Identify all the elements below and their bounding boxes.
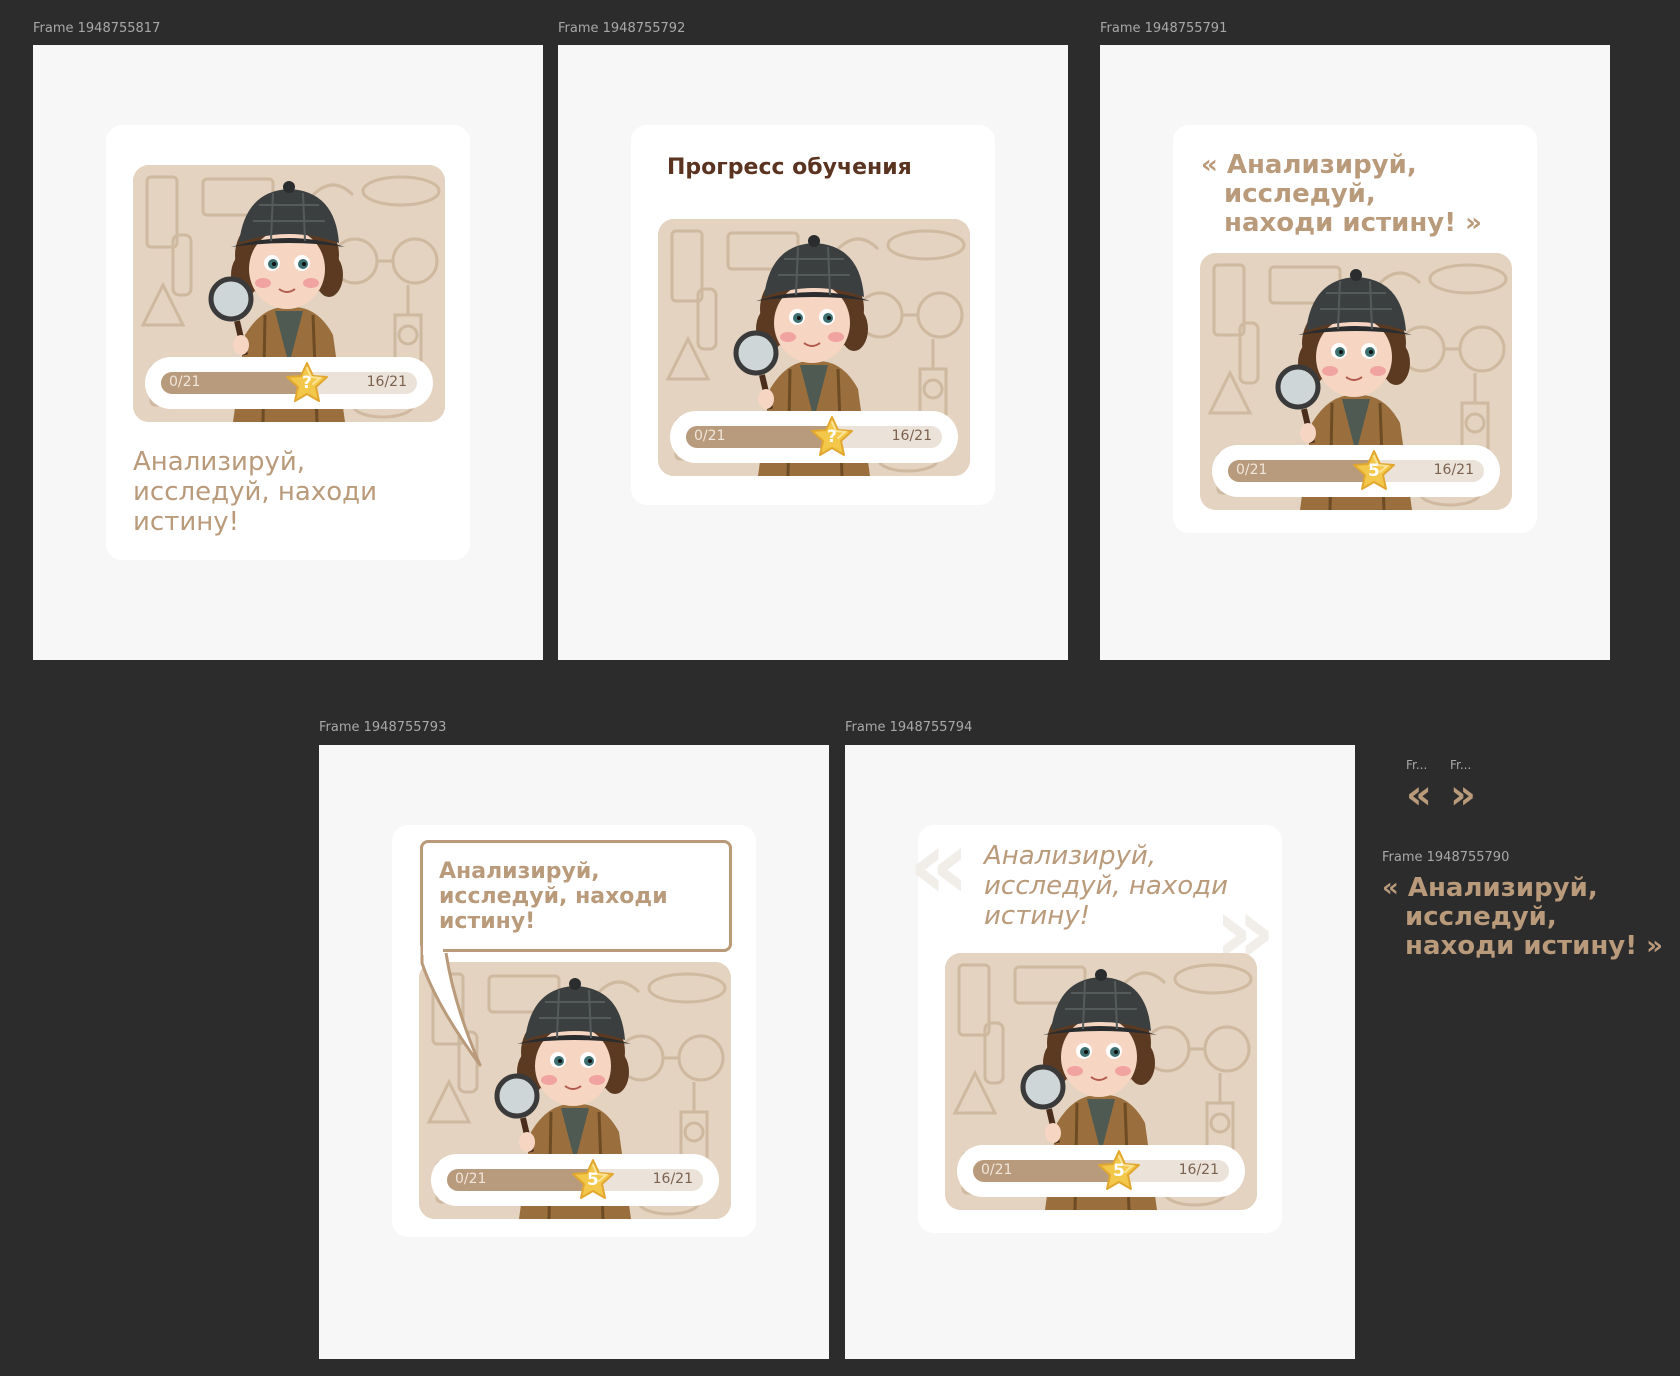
star-badge: ? bbox=[810, 415, 854, 459]
mini-frame-label: Fr... bbox=[1406, 758, 1428, 772]
progress-title: Прогресс обучения bbox=[667, 155, 912, 180]
quote-line: « Анализируй, bbox=[1201, 150, 1417, 180]
frame-card-plain[interactable]: 0/21 16/21 ? Анализируй, исследуй, наход… bbox=[33, 45, 543, 660]
progress-track: 0/21 16/21 ? bbox=[161, 372, 417, 394]
frame-label: Frame 1948755792 bbox=[558, 21, 686, 36]
frame-label: Frame 1948755794 bbox=[845, 720, 973, 735]
progress-end-label: 16/21 bbox=[891, 428, 932, 444]
quote-line: исследуй, bbox=[1405, 902, 1557, 932]
star-label: 5 bbox=[1112, 1161, 1125, 1181]
frame-card-progress[interactable]: Прогресс обучения 0/21 16/21 ? bbox=[558, 45, 1068, 660]
detective-illustration: 0/21 16/21 ? bbox=[133, 165, 445, 422]
detective-illustration: 0/21 16/21 5 bbox=[945, 953, 1257, 1210]
speech-bubble: Анализируй, исследуй, находи истину! bbox=[420, 840, 732, 952]
star-label: ? bbox=[826, 427, 837, 447]
star-badge: 5 bbox=[571, 1158, 615, 1202]
star-label: 5 bbox=[586, 1170, 599, 1190]
frame-card-bracketed[interactable]: « Анализируй, исследуй, находи истину! »… bbox=[1100, 45, 1610, 660]
frame-card-bubble[interactable]: 0/21 16/21 5 Анализируй, исследуй, наход… bbox=[319, 745, 829, 1359]
progress-end-label: 16/21 bbox=[1433, 462, 1474, 478]
progress-end-label: 16/21 bbox=[1178, 1162, 1219, 1178]
star-badge: 5 bbox=[1352, 449, 1396, 493]
quote-line: « Анализируй, bbox=[1382, 873, 1598, 903]
close-quote-component[interactable]: » bbox=[1450, 775, 1476, 815]
progress-bar: 0/21 16/21 5 bbox=[957, 1145, 1245, 1197]
quote-line: Анализируй, bbox=[984, 841, 1157, 871]
quote-line: Анализируй, bbox=[133, 447, 306, 477]
progress-start-label: 0/21 bbox=[694, 428, 726, 444]
quote-line: находи истину! » bbox=[1224, 208, 1482, 238]
quote-text: « Анализируй, исследуй, находи истину! » bbox=[1201, 151, 1482, 238]
progress-bar: 0/21 16/21 5 bbox=[1212, 445, 1500, 497]
progress-track: 0/21 16/21 5 bbox=[447, 1169, 703, 1191]
quote-line: исследуй, bbox=[1224, 179, 1376, 209]
progress-track: 0/21 16/21 ? bbox=[686, 426, 942, 448]
progress-start-label: 0/21 bbox=[1236, 462, 1268, 478]
content-card: 0/21 16/21 ? Анализируй, исследуй, наход… bbox=[106, 125, 470, 560]
quote-text: Анализируй, исследуй, находи истину! bbox=[439, 859, 668, 934]
quote-line: исследуй, находи bbox=[439, 884, 668, 909]
detective-illustration: 0/21 16/21 5 bbox=[419, 962, 731, 1219]
frame-label: Frame 1948755791 bbox=[1100, 21, 1228, 36]
content-card: 0/21 16/21 5 Анализируй, исследуй, наход… bbox=[392, 825, 756, 1237]
star-label: ? bbox=[301, 373, 312, 393]
content-card: Прогресс обучения 0/21 16/21 ? bbox=[631, 125, 995, 505]
content-card: « » Анализируй, исследуй, находи истину!… bbox=[908, 817, 1282, 1233]
quote-line: истину! bbox=[439, 909, 536, 934]
quote-line: исследуй, находи bbox=[133, 477, 377, 507]
quote-line: истину! bbox=[133, 507, 240, 537]
frame-label: Frame 1948755793 bbox=[319, 720, 447, 735]
star-badge: 5 bbox=[1097, 1149, 1141, 1193]
progress-end-label: 16/21 bbox=[366, 374, 407, 390]
progress-track: 0/21 16/21 5 bbox=[1228, 460, 1484, 482]
open-quote-component[interactable]: « bbox=[1406, 775, 1432, 815]
star-badge: ? bbox=[285, 361, 329, 405]
progress-bar: 0/21 16/21 5 bbox=[431, 1154, 719, 1206]
progress-track: 0/21 16/21 5 bbox=[973, 1160, 1229, 1182]
progress-start-label: 0/21 bbox=[981, 1162, 1013, 1178]
detective-illustration: 0/21 16/21 ? bbox=[658, 219, 970, 476]
frame-label: Frame 1948755790 bbox=[1382, 850, 1510, 865]
quote-line: истину! bbox=[984, 901, 1091, 931]
content-card: « Анализируй, исследуй, находи истину! »… bbox=[1173, 125, 1537, 533]
quote-text-component[interactable]: « Анализируй, исследуй, находи истину! » bbox=[1382, 874, 1663, 961]
quote-text: Анализируй, исследуй, находи истину! bbox=[133, 447, 377, 537]
quote-line: находи истину! » bbox=[1405, 931, 1663, 961]
progress-end-label: 16/21 bbox=[652, 1171, 693, 1187]
star-label: 5 bbox=[1367, 461, 1380, 481]
frame-label: Frame 1948755817 bbox=[33, 21, 161, 36]
progress-start-label: 0/21 bbox=[455, 1171, 487, 1187]
mini-frame-label: Fr... bbox=[1450, 758, 1472, 772]
open-quote-decoration: « bbox=[908, 809, 971, 921]
progress-start-label: 0/21 bbox=[169, 374, 201, 390]
quote-line: исследуй, находи bbox=[984, 871, 1228, 901]
frame-card-italic[interactable]: « » Анализируй, исследуй, находи истину!… bbox=[845, 745, 1355, 1359]
progress-bar: 0/21 16/21 ? bbox=[145, 357, 433, 409]
quote-text: Анализируй, исследуй, находи истину! bbox=[984, 841, 1228, 931]
detective-illustration: 0/21 16/21 5 bbox=[1200, 253, 1512, 510]
progress-bar: 0/21 16/21 ? bbox=[670, 411, 958, 463]
quote-line: Анализируй, bbox=[439, 859, 600, 884]
